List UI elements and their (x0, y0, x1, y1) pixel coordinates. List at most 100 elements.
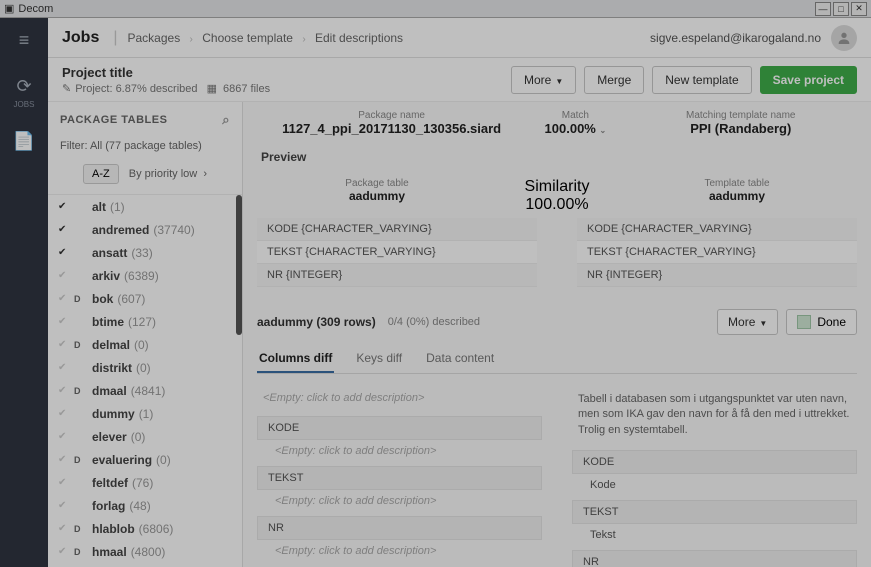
section-title: Jobs (62, 29, 99, 47)
d-flag: D (74, 340, 92, 350)
table-row[interactable]: ✔btime(127) (48, 310, 242, 333)
table-row[interactable]: ✔andremed(37740) (48, 218, 242, 241)
table-count: (76) (132, 476, 153, 490)
maximize-button[interactable]: □ (833, 2, 849, 16)
column-item: TEKST {CHARACTER_VARYING} (577, 241, 857, 264)
sidebar-filter[interactable]: Filter: All (77 package tables) (48, 134, 242, 158)
new-template-button[interactable]: New template (652, 66, 751, 94)
project-bar: Project title ✎Project: 6.87% described … (48, 58, 871, 102)
table-count: (0) (134, 338, 149, 352)
table-row[interactable]: ✔arkiv(6389) (48, 264, 242, 287)
pkg-table-label: Package table (257, 178, 497, 189)
column-item: KODE {CHARACTER_VARYING} (257, 218, 537, 241)
table-count: (37740) (153, 223, 194, 237)
more-button[interactable]: More▼ (511, 66, 576, 94)
field-value[interactable]: <Empty: click to add description> (257, 440, 542, 462)
check-icon: ✔ (58, 339, 74, 350)
window-titlebar: ▣ Decom — □ ✕ (0, 0, 871, 18)
similarity-value: 100.00% (497, 196, 617, 214)
d-flag: D (74, 294, 92, 304)
check-icon: ✔ (58, 431, 74, 442)
field-value: Kode (572, 474, 857, 496)
table-name: evaluering (92, 453, 152, 467)
tab-keys-diff[interactable]: Keys diff (354, 345, 404, 373)
field-value[interactable]: <Empty: click to add description> (257, 540, 542, 562)
table-count: (4841) (131, 384, 166, 398)
table-count: (1) (110, 200, 125, 214)
table-row[interactable]: ✔Ddmaal(4841) (48, 379, 242, 402)
column-item: NR {INTEGER} (577, 264, 857, 287)
table-row[interactable]: ✔alt(1) (48, 195, 242, 218)
detail-more-button[interactable]: More▼ (717, 309, 778, 335)
table-count: (6389) (124, 269, 159, 283)
table-row[interactable]: ✔ feltdef (76) (48, 471, 242, 494)
package-table-list[interactable]: ✔ alt (1) ✔ andremed (37740) ✔ansatt(33)✔arkiv… (48, 194, 242, 567)
crumb-packages[interactable]: Packages (128, 31, 181, 45)
table-name: ansatt (92, 246, 127, 260)
right-columns: KODE {CHARACTER_VARYING}TEKST {CHARACTER… (577, 218, 857, 287)
menu-icon[interactable]: ≡ (10, 26, 38, 54)
tab-columns-diff[interactable]: Columns diff (257, 345, 334, 373)
tab-data-content[interactable]: Data content (424, 345, 496, 373)
scrollbar-thumb[interactable] (236, 195, 242, 335)
table-count: (127) (128, 315, 156, 329)
table-count: (0) (156, 453, 171, 467)
sort-az-button[interactable]: A-Z (83, 164, 119, 184)
table-row[interactable]: ✔elever(0) (48, 425, 242, 448)
column-item: KODE {CHARACTER_VARYING} (577, 218, 857, 241)
table-name: distrikt (92, 361, 132, 375)
template-name: PPI (Randaberg) (631, 121, 852, 136)
table-name: btime (92, 315, 124, 329)
table-count: (0) (131, 430, 146, 444)
table-row[interactable]: ✔ distrikt (0) (48, 356, 242, 379)
minimize-button[interactable]: — (815, 2, 831, 16)
close-button[interactable]: ✕ (851, 2, 867, 16)
table-name: feltdef (92, 476, 128, 490)
table-row[interactable]: ✔Dhmaal(4800) (48, 540, 242, 563)
table-name: alt (92, 200, 106, 214)
note-add-icon[interactable]: 📄 (10, 127, 38, 155)
search-icon[interactable]: ⌕ (222, 112, 230, 128)
sort-priority-link[interactable]: By priority low › (129, 168, 207, 180)
check-icon: ✔ (58, 454, 74, 465)
table-row[interactable]: ✔dummy(1) (48, 402, 242, 425)
field-header: TEKST (257, 466, 542, 490)
table-name: andremed (92, 223, 149, 237)
project-title: Project title (62, 65, 270, 80)
crumb-choose-template[interactable]: Choose template (202, 31, 293, 45)
check-icon: ✔ (58, 477, 74, 488)
field-value[interactable]: <Empty: click to add description> (257, 490, 542, 512)
match-value[interactable]: 100.00% ⌄ (520, 121, 630, 136)
detail-described: 0/4 (0%) described (388, 316, 480, 328)
pkg-table-name: aadummy (257, 189, 497, 203)
similarity-label: Similarity (497, 178, 617, 196)
table-row[interactable]: ✔Dbok(607) (48, 287, 242, 310)
table-row[interactable]: ✔forlag(48) (48, 494, 242, 517)
table-row[interactable]: ✔Ddelmal(0) (48, 333, 242, 356)
sync-label: JOBS (10, 100, 38, 109)
breadcrumb: Packages › Choose template › Edit descri… (128, 31, 404, 45)
field-header: KODE (257, 416, 542, 440)
sidebar: PACKAGE TABLES ⌕ Filter: All (77 package… (48, 102, 243, 567)
table-desc-empty[interactable]: <Empty: click to add description> (257, 384, 542, 412)
merge-button[interactable]: Merge (584, 66, 644, 94)
table-count: (0) (136, 361, 151, 375)
save-project-button[interactable]: Save project (760, 66, 857, 94)
avatar[interactable] (831, 25, 857, 51)
table-count: (1) (139, 407, 154, 421)
table-row[interactable]: ✔Dhlablob(6806) (48, 517, 242, 540)
field-header: KODE (572, 450, 857, 474)
done-button[interactable]: Done (786, 309, 857, 335)
table-row[interactable]: ✔ansatt(33) (48, 241, 242, 264)
crumb-edit-descriptions[interactable]: Edit descriptions (315, 31, 403, 45)
window-title: Decom (18, 3, 53, 15)
package-name-label: Package name (263, 110, 520, 121)
check-icon: ✔ (58, 362, 74, 373)
table-name: dummy (92, 407, 135, 421)
nav-iconbar: ≡ ⟳ JOBS 📄 (0, 18, 48, 567)
field-header: TEKST (572, 500, 857, 524)
detail-tabs: Columns diff Keys diff Data content (257, 345, 857, 374)
sync-icon[interactable]: ⟳ (10, 72, 38, 100)
table-row[interactable]: ✔Devaluering(0) (48, 448, 242, 471)
detail-title: aadummy (309 rows) (257, 315, 376, 329)
